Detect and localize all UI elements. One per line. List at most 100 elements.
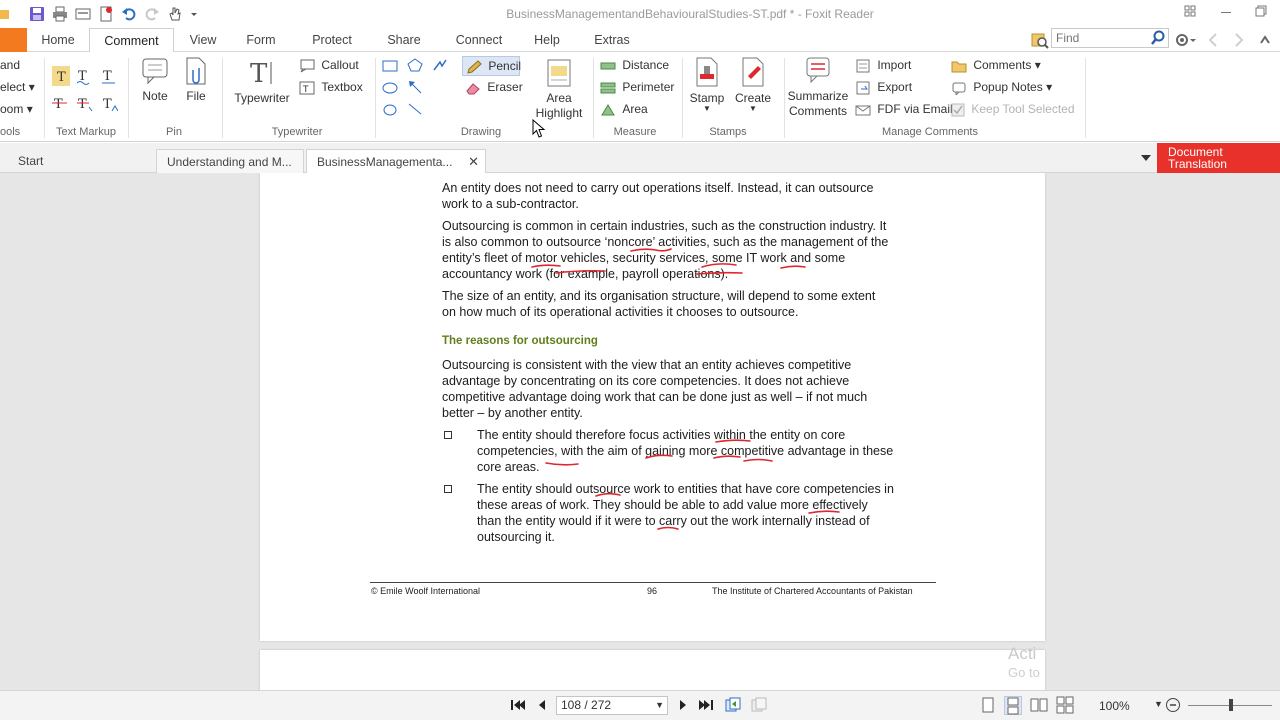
note-label: Note [142,89,168,103]
previous-view-icon[interactable] [724,696,742,715]
hand-tool-button[interactable]: and [0,58,20,72]
previous-page-icon[interactable] [533,696,551,715]
stamp-button[interactable]: Stamp ▼ [688,56,726,113]
footer-page-number: 96 [647,586,658,596]
checkbox-checked-icon [951,103,965,117]
tab-list-chevron-icon[interactable] [1140,152,1152,166]
strikeout-text-icon[interactable]: T [52,94,68,117]
typewriter-button[interactable]: T Typewriter [230,58,294,105]
ink-stroke [645,454,673,459]
svg-text:T: T [103,97,112,112]
search-icon[interactable] [1150,30,1166,49]
ink-stroke [701,263,737,268]
chevron-down-icon[interactable]: ▼ [655,697,664,714]
gear-icon[interactable] [1174,31,1196,52]
facing-view-icon[interactable] [1030,696,1048,715]
doc-tab-understanding[interactable]: Understanding and M... [156,149,304,173]
email-icon [855,105,871,116]
chevron-down-icon[interactable]: ▼ [1154,699,1163,709]
last-page-icon[interactable] [698,696,716,715]
import-label: Import [877,58,912,72]
file-menu-tab[interactable] [0,28,27,52]
note-button[interactable]: Note [136,56,174,103]
measure-group-label: Measure [613,126,657,138]
comments-menu-button[interactable]: Comments ▾ [951,58,1041,73]
tab-help[interactable]: Help [526,28,568,52]
back-arrow-icon[interactable] [1206,32,1220,51]
tab-protect[interactable]: Protect [304,28,360,52]
tab-share[interactable]: Share [378,28,430,52]
arrow-tool-icon[interactable] [407,80,423,97]
create-label: Create [734,91,772,105]
continuous-view-icon[interactable] [1004,696,1022,715]
fdf-via-email-button[interactable]: FDF via Email [855,102,953,117]
restore-button[interactable] [1251,4,1271,22]
area-highlight-button[interactable]: Area Highlight [533,58,585,121]
svg-text:T: T [78,97,87,112]
distance-tool-button[interactable]: Distance [600,58,669,73]
activation-watermark-line-2: Go to [1008,665,1040,680]
next-page-icon[interactable] [674,696,692,715]
cloud-tool-icon[interactable] [432,58,448,75]
oval-tool-icon[interactable] [382,82,398,97]
footer-rule [370,582,936,583]
underline-squiggly-icon[interactable]: T [76,66,91,89]
first-page-icon[interactable] [508,696,526,715]
file-attach-button[interactable]: File [180,56,212,103]
search-input[interactable] [1052,29,1148,47]
summarize-comments-button[interactable]: Summarize Comments [787,56,849,119]
ribbon-options-icon[interactable] [1180,4,1200,22]
select-tool-button[interactable]: elect ▾ [0,80,35,94]
single-page-view-icon[interactable] [980,696,998,715]
popup-notes-button[interactable]: Popup Notes ▾ [951,80,1052,95]
doc-tab-business-management[interactable]: BusinessManagementa... ✕ [306,149,486,173]
textbox-button[interactable]: T Textbox [299,80,363,95]
select-tool-label: elect [0,80,26,94]
pencil-label: Pencil [488,59,522,73]
eraser-tool-button[interactable]: Eraser [465,80,523,95]
zoom-level[interactable]: 100% [1099,699,1130,713]
replace-text-icon[interactable]: T [77,94,93,117]
line-tool-icon[interactable] [407,102,423,119]
area-tool-button[interactable]: Area [600,102,648,117]
search-options-icon[interactable] [1031,31,1049,52]
pin-group-label: Pin [166,126,182,138]
tab-form[interactable]: Form [236,28,286,52]
circle-tool-icon[interactable] [382,104,398,119]
minimize-button[interactable] [1216,4,1236,22]
rectangle-tool-icon[interactable] [382,60,398,75]
zoom-tool-button[interactable]: oom ▾ [0,102,33,116]
popup-notes-label: Popup Notes [973,80,1043,94]
collapse-ribbon-icon[interactable] [1258,32,1272,51]
import-comments-button[interactable]: Import [855,58,911,73]
page-number-field[interactable]: 108 / 272 ▼ [556,696,668,715]
tab-view[interactable]: View [178,28,228,52]
chevron-down-icon: ▾ [26,102,33,116]
tab-comment[interactable]: Comment [89,28,174,53]
create-stamp-button[interactable]: Create ▼ [733,56,773,113]
polygon-tool-icon[interactable] [407,58,423,75]
tab-connect[interactable]: Connect [450,28,508,52]
callout-label: Callout [321,58,359,72]
callout-button[interactable]: Callout [299,58,359,73]
highlight-text-icon[interactable]: T [52,66,70,89]
insert-text-icon[interactable]: T [102,94,119,117]
tab-extras[interactable]: Extras [586,28,638,52]
document-view[interactable]: An entity does not need to carry out ope… [0,173,1280,690]
continuous-facing-view-icon[interactable] [1056,696,1074,715]
close-icon[interactable]: ✕ [468,150,479,174]
perimeter-tool-button[interactable]: Perimeter [600,80,674,95]
pencil-tool-button[interactable]: Pencil [462,56,522,76]
keep-tool-selected-checkbox[interactable]: Keep Tool Selected [951,102,1075,117]
underline-text-icon[interactable]: T [102,66,116,89]
export-comments-button[interactable]: Export [855,80,912,95]
doc-tab-start[interactable]: Start [4,149,154,173]
export-icon [856,81,870,95]
forward-arrow-icon[interactable] [1232,32,1246,51]
next-view-icon[interactable] [750,696,768,715]
document-translation-button[interactable]: Document Translation [1157,143,1280,173]
zoom-out-icon[interactable] [1165,697,1181,716]
zoom-slider-thumb[interactable] [1229,699,1233,711]
tab-home[interactable]: Home [31,28,85,52]
keep-tool-label: Keep Tool Selected [971,102,1075,116]
